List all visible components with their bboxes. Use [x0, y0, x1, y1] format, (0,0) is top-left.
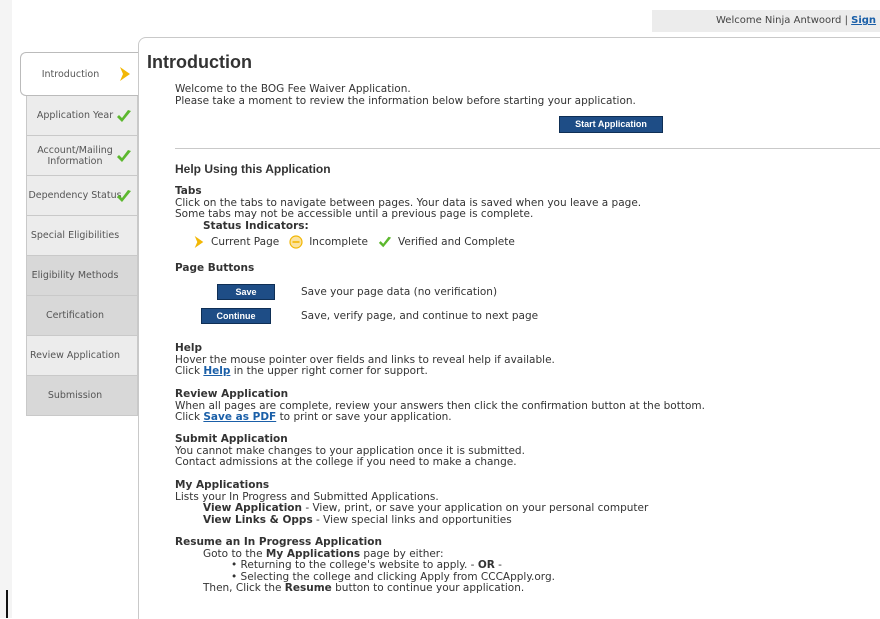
continue-button[interactable]: Continue: [201, 308, 271, 324]
tab-label: Certification: [46, 310, 104, 321]
status-indicators-heading: Status Indicators:: [203, 219, 309, 232]
text-fragment: • Returning to the college's website to …: [231, 559, 475, 571]
arrow-right-icon: [194, 236, 204, 248]
indicator-label: Verified and Complete: [398, 236, 515, 248]
text-fragment: Then, Click the: [203, 582, 282, 594]
section-text: Click Save as PDF to print or save your …: [175, 411, 705, 424]
section-text: Then, Click the Resume button to continu…: [175, 582, 555, 595]
text-fragment: Resume: [284, 582, 332, 594]
indicator-incomplete: Incomplete: [289, 235, 368, 249]
intro-line: Please take a moment to review the infor…: [175, 95, 636, 107]
indicator-verified: Verified and Complete: [378, 235, 515, 249]
section-heading: Review Application: [175, 388, 289, 400]
tab-label: Special Eligibilities: [30, 230, 120, 241]
save-button[interactable]: Save: [217, 284, 275, 300]
tab-label: Review Application: [30, 350, 120, 361]
section-heading: Help: [175, 342, 203, 354]
tab-submission[interactable]: Submission: [26, 376, 138, 416]
indicator-current: Current Page: [193, 235, 279, 249]
tabs-section: Tabs Click on the tabs to navigate betwe…: [175, 185, 641, 232]
check-icon: [117, 109, 131, 122]
bullet-item: • Returning to the college's website to …: [175, 559, 555, 572]
my-applications-section: My Applications Lists your In Progress a…: [175, 479, 649, 527]
intro-line: Welcome to the BOG Fee Waiver Applicatio…: [175, 83, 411, 95]
text-fragment: View Application: [203, 502, 302, 514]
check-icon: [117, 149, 131, 162]
text-fragment: to print or save your application.: [279, 411, 452, 423]
section-heading: Submit Application: [175, 433, 288, 445]
tab-label: Account/Mailing Information: [37, 144, 113, 167]
section-text: Contact admissions at the college if you…: [175, 456, 517, 468]
tab-application-year[interactable]: Application Year: [26, 96, 138, 136]
page-title: Introduction: [147, 52, 252, 72]
main-content: Introduction Welcome to the BOG Fee Waiv…: [138, 37, 880, 619]
divider: [175, 148, 880, 149]
help-heading: Help Using this Application: [175, 162, 331, 176]
button-description: Save your page data (no verification): [301, 286, 498, 298]
tab-label: Introduction: [41, 68, 100, 80]
text-fragment: My Applications: [265, 547, 361, 560]
button-description: Save, verify page, and continue to next …: [301, 310, 539, 322]
text-fragment: Click: [175, 411, 201, 423]
arrow-right-icon: [120, 67, 130, 81]
tab-label: Eligibility Methods: [31, 270, 119, 281]
tab-introduction[interactable]: Introduction: [20, 52, 140, 96]
help-link[interactable]: Help: [203, 365, 230, 377]
welcome-text: Welcome Ninja Antwoord |: [716, 15, 848, 26]
check-icon: [378, 236, 392, 248]
indicator-label: Current Page: [211, 236, 280, 248]
page-buttons-section: Page Buttons: [175, 262, 255, 275]
section-heading: Page Buttons: [175, 262, 255, 274]
tab-eligibility-methods[interactable]: Eligibility Methods: [26, 256, 138, 296]
submit-section: Submit Application You cannot make chang…: [175, 433, 525, 469]
text-fragment: - View special links and opportunities: [316, 513, 512, 526]
tab-label: Dependency Status: [28, 190, 122, 201]
incomplete-icon: [289, 235, 303, 249]
text-fragment: View Links & Opps: [203, 513, 313, 526]
section-text: Click Help in the upper right corner for…: [175, 365, 555, 378]
text-fragment: -: [498, 559, 502, 571]
sign-out-link[interactable]: Sign: [851, 15, 876, 26]
edge-marker: [6, 590, 8, 618]
text-fragment: - View, print, or save your application …: [305, 502, 649, 514]
start-application-button[interactable]: Start Application: [559, 116, 663, 133]
check-icon: [117, 189, 131, 202]
tab-certification[interactable]: Certification: [26, 296, 138, 336]
section-text: Some tabs may not be accessible until a …: [175, 208, 534, 220]
text-fragment: in the upper right corner for support.: [233, 365, 428, 377]
sidebar-tabs: Introduction Application Year Account/Ma…: [20, 52, 140, 416]
text-fragment: Click: [175, 365, 201, 377]
status-indicators: Current Page Incomplete Verified and Com…: [193, 235, 525, 249]
review-section: Review Application When all pages are co…: [175, 388, 705, 424]
intro-text: Welcome to the BOG Fee Waiver Applicatio…: [175, 83, 636, 107]
text-fragment: page by either:: [363, 547, 444, 560]
text-fragment: Goto to the: [203, 547, 263, 560]
tab-label: Application Year: [36, 110, 114, 121]
window-left-edge: [0, 0, 12, 618]
text-fragment: button to continue your application.: [335, 582, 525, 594]
indicator-label: Incomplete: [309, 236, 368, 248]
section-text: View Links & Opps - View special links a…: [175, 513, 648, 527]
resume-section: Resume an In Progress Application Goto t…: [175, 536, 555, 595]
continue-button-row: Continue Save, verify page, and continue…: [201, 308, 538, 324]
tab-label: Submission: [47, 390, 103, 401]
section-heading: Tabs: [175, 185, 202, 197]
tab-special-eligibilities[interactable]: Special Eligibilities: [26, 216, 138, 256]
tab-account-mailing-information[interactable]: Account/Mailing Information: [26, 136, 138, 176]
help-section: Help Hover the mouse pointer over fields…: [175, 342, 555, 378]
save-as-pdf-link[interactable]: Save as PDF: [203, 411, 276, 423]
text-fragment: OR: [477, 559, 495, 571]
section-heading: My Applications: [175, 479, 270, 491]
top-welcome-bar: Welcome Ninja Antwoord | Sign: [652, 10, 880, 32]
tab-review-application[interactable]: Review Application: [26, 336, 138, 376]
tab-dependency-status[interactable]: Dependency Status: [26, 176, 138, 216]
save-button-row: Save Save your page data (no verificatio…: [201, 284, 497, 300]
